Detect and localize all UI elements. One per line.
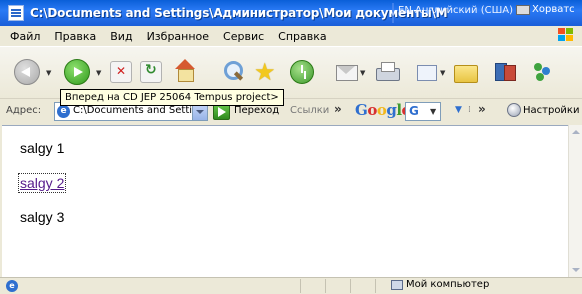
ie-page-icon: e [57,105,70,118]
back-dropdown-icon[interactable]: ▼ [46,69,51,77]
address-value[interactable]: C:\Documents and Setting [73,105,205,116]
edit-icon[interactable] [414,59,440,85]
forward-dropdown-icon[interactable]: ▼ [96,69,101,77]
menu-tools[interactable]: Сервис [223,30,264,43]
menu-bar: Файл Правка Вид Избранное Сервис Справка [0,26,582,46]
computer-icon [391,279,403,290]
windows-logo-icon [558,28,574,42]
links-label[interactable]: Ссылки [290,105,329,116]
page-status-icon: e [6,280,18,292]
status-bar: e Мой компьютер [0,277,582,294]
history-icon[interactable] [290,60,314,84]
keyboard-label: Хорватс [532,4,575,15]
messenger-icon[interactable] [530,59,556,85]
back-icon[interactable] [14,59,40,85]
print-icon[interactable] [374,59,400,85]
list-item-link[interactable]: salgy 2 [17,173,67,193]
folder-icon[interactable] [452,59,478,85]
status-divider [350,279,351,293]
document-icon [8,5,24,21]
google-dropdown-icon[interactable]: ▼ [430,107,436,116]
address-label: Адрес: [6,105,42,116]
vertical-scrollbar[interactable] [568,125,582,277]
window-title: C:\Documents and Settings\Администратор\… [30,6,448,20]
favorites-icon[interactable]: ★ [254,59,280,85]
google-g-letter: G [409,104,419,118]
title-separator [392,3,394,23]
google-search-box[interactable]: G ▼ [405,102,441,121]
keyboard-icon [516,4,530,15]
google-logo[interactable]: Google [355,101,411,119]
google-options-icon[interactable]: ⁞ [468,105,471,115]
search-icon[interactable] [220,59,246,85]
zone-label: Мой компьютер [406,279,490,290]
page-content: salgy 1 salgy 2 salgy 3 [2,125,568,277]
title-bar: C:\Documents and Settings\Администратор\… [0,0,582,26]
toolbar-chevron-icon[interactable]: » [478,102,486,116]
status-divider [375,279,376,293]
menu-file[interactable]: Файл [10,30,40,43]
menu-edit[interactable]: Правка [54,30,96,43]
home-icon[interactable] [172,59,198,85]
stop-icon[interactable] [110,61,132,83]
google-search-dropdown-icon[interactable]: ▼ [455,105,462,115]
keyboard-layout[interactable]: Хорватс [516,4,575,15]
edit-dropdown-icon[interactable]: ▼ [440,69,445,77]
browser-window: C:\Documents and Settings\Администратор\… [0,0,582,294]
refresh-icon[interactable] [140,61,162,83]
language-indicator[interactable]: EN Английский (США) [398,5,513,16]
status-divider [325,279,326,293]
go-button[interactable]: Переход [234,105,279,116]
mail-icon[interactable] [334,59,360,85]
settings-button[interactable]: Настройки [507,103,579,117]
scroll-down-icon[interactable] [569,263,582,277]
status-divider [300,279,301,293]
menu-help[interactable]: Справка [278,30,326,43]
forward-tooltip: Вперед на CD JEP 25064 Tempus project> [60,89,284,106]
settings-icon [507,103,521,117]
security-zone: Мой компьютер [391,279,489,290]
mail-dropdown-icon[interactable]: ▼ [360,69,365,77]
scroll-up-icon[interactable] [569,125,582,139]
settings-label: Настройки [523,104,580,116]
list-item: salgy 1 [20,140,65,156]
forward-icon[interactable] [64,59,90,85]
menu-favorites[interactable]: Избранное [147,30,209,43]
research-icon[interactable] [492,59,518,85]
menu-view[interactable]: Вид [110,30,132,43]
list-item: salgy 3 [20,209,65,225]
links-chevron-icon[interactable]: » [334,102,342,116]
